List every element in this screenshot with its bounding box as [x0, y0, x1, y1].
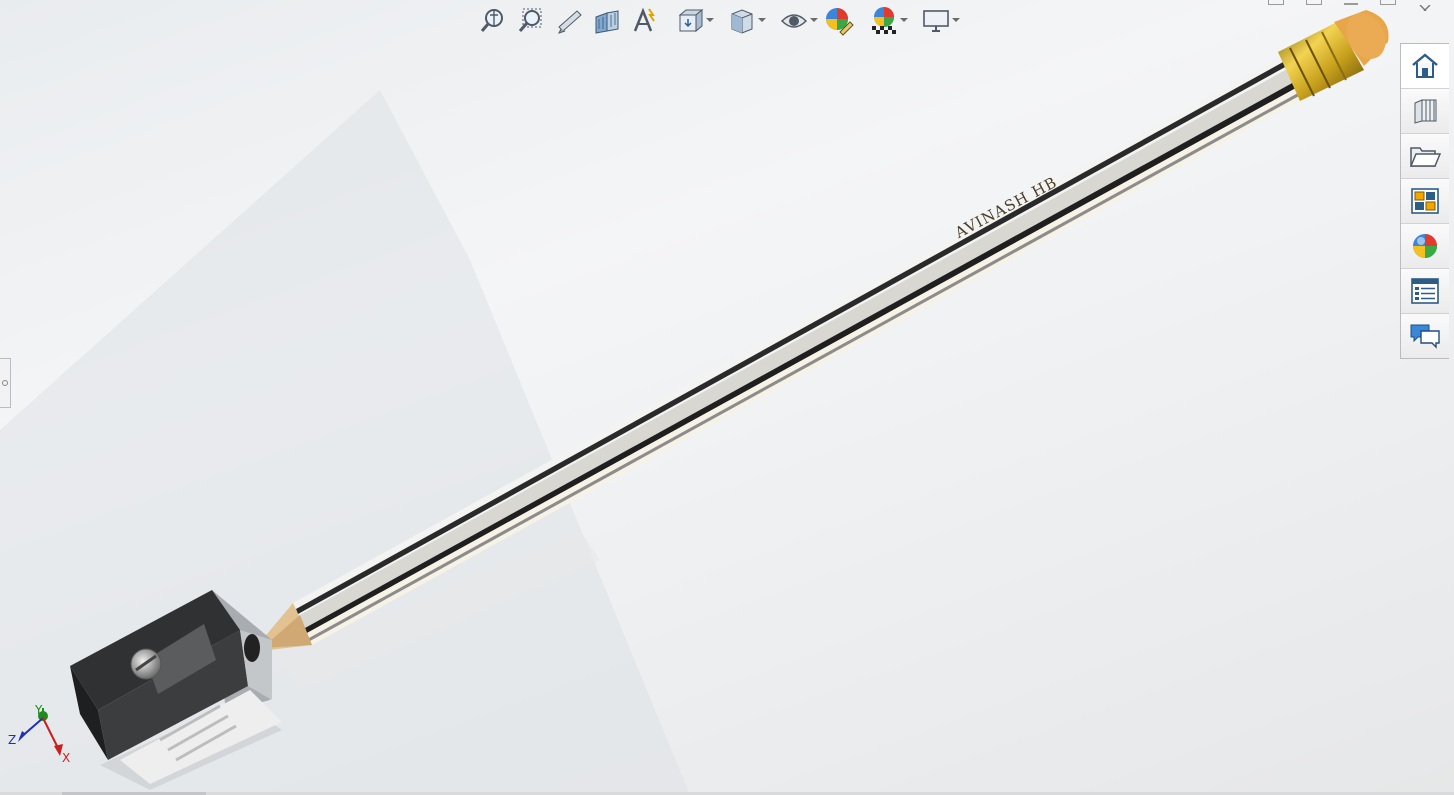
display-style-icon: [731, 9, 753, 34]
feature-manager-expand-handle[interactable]: [0, 358, 11, 408]
minimize-icon[interactable]: [1344, 0, 1358, 5]
edit-appearance-button[interactable]: [820, 4, 858, 38]
restore-icon[interactable]: [1268, 0, 1284, 5]
monitor-icon: [923, 10, 949, 32]
zoom-to-fit-icon: [480, 9, 503, 32]
tab-file-explorer[interactable]: [1401, 134, 1449, 179]
dynamic-annotation-views-icon: [633, 7, 655, 32]
chevron-down-icon: [810, 18, 818, 22]
hide-show-items-icon: [780, 14, 808, 28]
tab-design-library[interactable]: [1401, 89, 1449, 134]
model-view: [0, 10, 1389, 795]
heads-up-view-toolbar: [474, 4, 962, 38]
zoom-to-fit-button[interactable]: [474, 4, 512, 38]
triad-x-label: X: [62, 751, 71, 765]
triad-y-label: Y: [35, 703, 43, 717]
previous-view-button[interactable]: [550, 4, 588, 38]
handle-dot-icon: [2, 380, 8, 386]
apply-scene-icon: [872, 7, 896, 34]
apply-scene-button[interactable]: [858, 4, 910, 38]
hide-show-items-button[interactable]: [768, 4, 820, 38]
dynamic-annotation-views-button[interactable]: [626, 4, 664, 38]
close-icon[interactable]: [1418, 0, 1432, 12]
edit-appearance-icon: [826, 8, 854, 36]
chevron-down-icon: [952, 18, 960, 22]
chevron-down-icon: [900, 18, 908, 22]
previous-view-icon: [558, 10, 582, 34]
tab-view-palette[interactable]: [1401, 179, 1449, 224]
sharpener-hole: [244, 634, 260, 662]
chevron-down-icon: [758, 18, 766, 22]
zoom-to-area-button[interactable]: [512, 4, 550, 38]
maximize-icon[interactable]: [1380, 0, 1396, 5]
chevron-down-icon: [706, 18, 714, 22]
view-orientation-icon: [678, 8, 704, 33]
graphics-area[interactable]: AVINASH HB Y Z X: [0, 0, 1454, 795]
view-orientation-button[interactable]: [664, 4, 716, 38]
section-view-button[interactable]: [588, 4, 626, 38]
view-palette-icon: [1411, 188, 1439, 214]
zoom-to-area-icon: [518, 8, 542, 32]
view-settings-button[interactable]: [910, 4, 962, 38]
design-library-icon: [1414, 99, 1437, 124]
display-style-button[interactable]: [716, 4, 768, 38]
tile-icon[interactable]: [1306, 0, 1322, 5]
tab-appearances-scenes[interactable]: [1401, 224, 1449, 269]
custom-properties-icon: [1411, 278, 1439, 304]
appearances-scenes-icon: [1413, 234, 1437, 258]
home-icon: [1412, 53, 1438, 78]
task-pane: [1400, 43, 1449, 359]
window-controls: [1268, 0, 1432, 12]
section-view-icon: [595, 10, 619, 34]
triad-labels: Y Z X: [6, 700, 76, 770]
tab-solidworks-forum[interactable]: [1401, 314, 1449, 358]
forum-icon: [1410, 324, 1440, 349]
tab-solidworks-resources[interactable]: [1401, 44, 1449, 89]
file-explorer-icon: [1409, 147, 1441, 167]
tab-custom-properties[interactable]: [1401, 269, 1449, 314]
triad-z-label: Z: [8, 733, 17, 747]
